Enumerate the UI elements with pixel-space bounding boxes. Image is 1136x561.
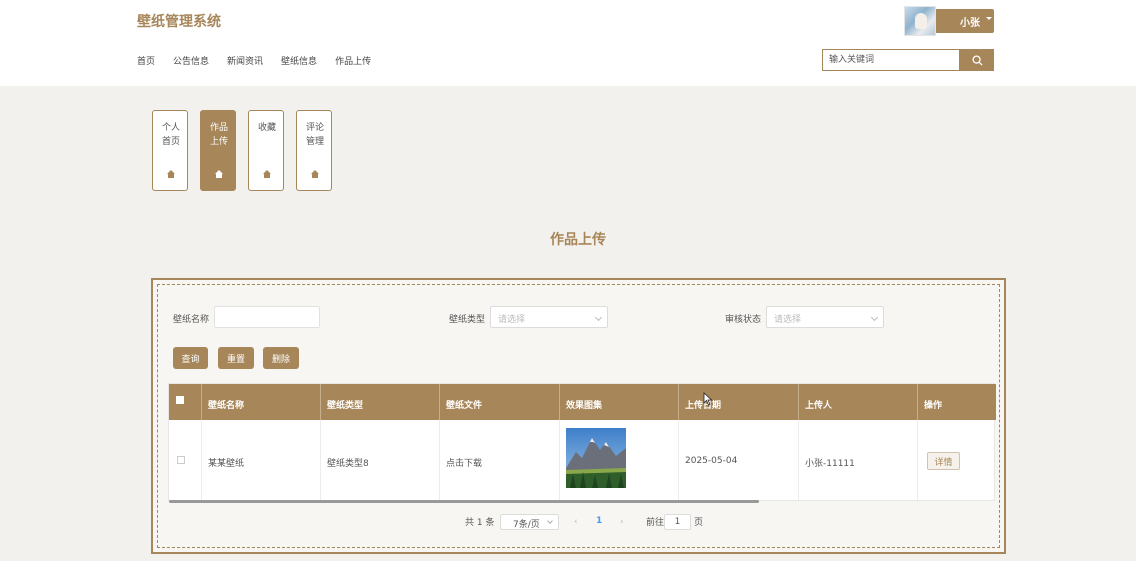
column-header[interactable]: 壁纸类型	[321, 384, 440, 420]
column-header: 操作	[924, 401, 943, 411]
goto-page-input[interactable]: 1	[664, 514, 691, 530]
chevron-down-icon	[870, 313, 879, 322]
cell-name: 某某壁纸	[202, 420, 321, 500]
search-button[interactable]	[960, 49, 994, 71]
tab-favorites[interactable]: 收藏	[248, 110, 284, 191]
next-page-button[interactable]: ›	[620, 517, 624, 527]
page-suffix: 页	[694, 518, 704, 528]
download-link[interactable]: 点击下载	[440, 420, 560, 500]
tab-label: 作品上传	[210, 123, 229, 147]
status-filter-placeholder: 请选择	[774, 315, 802, 325]
cell-actions: 详情	[918, 420, 996, 500]
reset-button[interactable]: 重置	[218, 347, 254, 369]
search-input[interactable]	[822, 49, 960, 71]
home-icon	[215, 170, 223, 178]
chevron-down-icon	[594, 313, 603, 322]
wallpaper-thumbnail[interactable]	[566, 428, 626, 488]
nav-item-notices[interactable]: 公告信息	[173, 54, 209, 67]
prev-page-button[interactable]: ‹	[574, 517, 578, 527]
tab-label: 评论管理	[306, 123, 325, 147]
select-all-cell	[169, 384, 202, 420]
side-tabs: 个人首页 作品上传 收藏 评论管理	[152, 110, 344, 191]
home-icon	[167, 170, 175, 178]
cell-preview	[560, 420, 679, 500]
horizontal-scrollbar[interactable]	[169, 500, 759, 503]
tab-comments[interactable]: 评论管理	[296, 110, 332, 191]
page-size-select[interactable]: 7条/页	[500, 514, 559, 530]
avatar	[904, 6, 936, 36]
chevron-down-icon	[547, 518, 553, 524]
mountain-landscape-image	[566, 428, 626, 488]
row-checkbox[interactable]	[177, 456, 185, 464]
works-table: 壁纸名称 壁纸类型 壁纸文件 效果图集 上传日期 上传人 操作 某某壁纸 壁纸类…	[168, 383, 996, 503]
panel-inner: 壁纸名称 壁纸类型 请选择 审核状态 请选择 查询 重置 删除 壁纸名称 壁纸类…	[157, 284, 1000, 548]
tab-upload[interactable]: 作品上传	[200, 110, 236, 191]
chevron-down-icon	[986, 17, 992, 20]
header: 壁纸管理系统 首页 公告信息 新闻资讯 壁纸信息 作品上传 小张	[0, 0, 1136, 86]
type-filter-label: 壁纸类型	[449, 315, 486, 325]
tab-label: 个人首页	[162, 123, 181, 147]
delete-button[interactable]: 删除	[263, 347, 299, 369]
column-header[interactable]: 壁纸名称	[202, 384, 321, 420]
cell-type: 壁纸类型8	[321, 420, 440, 500]
column-header[interactable]: 上传人	[799, 384, 918, 420]
column-header[interactable]: 壁纸文件	[440, 384, 560, 420]
select-all-checkbox[interactable]	[176, 396, 184, 404]
tab-profile[interactable]: 个人首页	[152, 110, 188, 191]
table-row: 某某壁纸 壁纸类型8 点击下载 2025-05-04 小张-11111 详情	[169, 420, 996, 500]
search-icon	[971, 54, 983, 66]
cell-uploader: 小张-11111	[799, 420, 918, 500]
status-filter-select[interactable]: 请选择	[766, 306, 884, 328]
type-filter-placeholder: 请选择	[498, 315, 526, 325]
home-icon	[263, 170, 271, 178]
upload-panel: 壁纸名称 壁纸类型 请选择 审核状态 请选择 查询 重置 删除 壁纸名称 壁纸类…	[151, 278, 1006, 554]
column-header[interactable]: 上传日期	[679, 384, 799, 420]
column-header[interactable]: 效果图集	[560, 384, 679, 420]
nav-item-home[interactable]: 首页	[137, 54, 155, 67]
tab-label: 收藏	[258, 123, 277, 133]
type-filter-select[interactable]: 请选择	[490, 306, 608, 328]
nav-item-news[interactable]: 新闻资讯	[227, 54, 263, 67]
nav-item-upload[interactable]: 作品上传	[335, 54, 371, 67]
page-title: 作品上传	[550, 232, 606, 248]
brand-title[interactable]: 壁纸管理系统	[137, 11, 221, 31]
cell-date: 2025-05-04	[679, 420, 799, 500]
name-filter-input[interactable]	[214, 306, 320, 328]
name-filter-label: 壁纸名称	[173, 315, 210, 325]
user-menu[interactable]: 小张	[904, 6, 994, 36]
main-nav: 首页 公告信息 新闻资讯 壁纸信息 作品上传	[137, 54, 389, 67]
query-button[interactable]: 查询	[173, 347, 208, 369]
status-filter-label: 审核状态	[725, 315, 762, 325]
nav-item-wallpapers[interactable]: 壁纸信息	[281, 54, 317, 67]
home-icon	[311, 170, 319, 178]
row-select-cell	[169, 420, 202, 500]
page-size-value: 7条/页	[513, 520, 540, 530]
pager-total: 共 1 条	[465, 518, 495, 528]
detail-button[interactable]: 详情	[927, 452, 960, 470]
table-header: 壁纸名称 壁纸类型 壁纸文件 效果图集 上传日期 上传人 操作	[169, 384, 996, 420]
mouse-cursor-icon	[703, 392, 713, 406]
current-page[interactable]: 1	[596, 516, 602, 526]
goto-label: 前往	[646, 518, 665, 528]
user-name: 小张	[960, 18, 980, 29]
